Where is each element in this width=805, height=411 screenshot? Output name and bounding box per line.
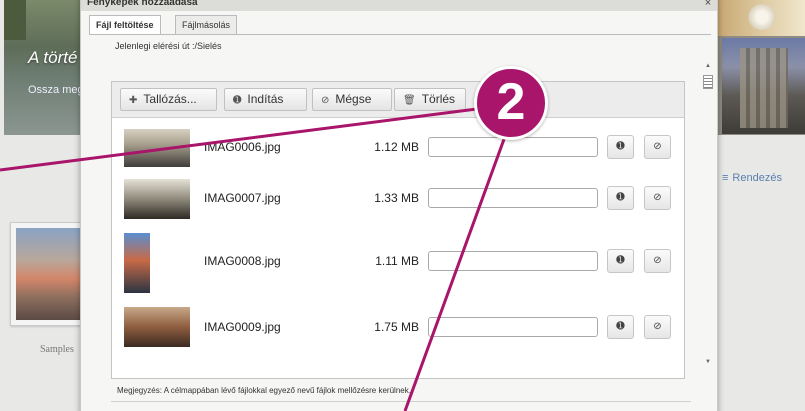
current-path: Jelenlegi elérési út :/Sielés bbox=[115, 41, 222, 51]
row-start-button[interactable]: ➊ bbox=[607, 249, 634, 273]
flower-image bbox=[748, 4, 776, 30]
scroll-thumb[interactable] bbox=[703, 75, 713, 89]
dialog-scrollbar[interactable]: ▲ ▼ bbox=[701, 55, 715, 375]
tab-file-copy[interactable]: Fájlmásolás bbox=[175, 15, 238, 34]
cancel-label: Mégse bbox=[335, 92, 372, 106]
file-thumbnail bbox=[124, 129, 190, 167]
note-text: Megjegyzés: A célmappában lévő fájlokkal… bbox=[117, 386, 411, 395]
plus-icon: ✚ bbox=[129, 95, 138, 106]
file-size: 1.75 MB bbox=[374, 320, 419, 334]
row-start-button[interactable]: ➊ bbox=[607, 315, 634, 339]
row-cancel-button[interactable]: ⊘ bbox=[644, 186, 671, 210]
progress-bar bbox=[428, 137, 598, 157]
file-row: IMAG0008.jpg 1.11 MB ➊ ⊘ bbox=[112, 231, 684, 301]
album-label: Samples bbox=[40, 344, 74, 355]
browse-label: Tallózás... bbox=[143, 92, 197, 106]
upload-panel: ✚ Tallózás... ➊ Indítás ⊘ Mégse 🗑 Törlés IMA… bbox=[111, 81, 685, 379]
scroll-up-icon[interactable]: ▲ bbox=[705, 63, 711, 69]
upload-toolbar: ✚ Tallózás... ➊ Indítás ⊘ Mégse 🗑 Törlés bbox=[112, 82, 684, 118]
banner-title: A törté bbox=[28, 48, 78, 67]
file-thumbnail bbox=[124, 233, 150, 293]
church-image bbox=[722, 38, 805, 134]
browse-button[interactable]: ✚ Tallózás... bbox=[120, 88, 217, 111]
album-thumbnail[interactable] bbox=[10, 222, 88, 326]
file-thumbnail bbox=[124, 179, 190, 219]
row-cancel-button[interactable]: ⊘ bbox=[644, 249, 671, 273]
progress-bar bbox=[428, 188, 598, 208]
tab-file-upload[interactable]: Fájl feltöltése bbox=[89, 15, 161, 35]
file-size: 1.33 MB bbox=[374, 191, 419, 205]
play-circle-icon: ➊ bbox=[616, 255, 625, 266]
sort-label: Rendezés bbox=[732, 172, 782, 184]
file-row: IMAG0009.jpg 1.75 MB ➊ ⊘ bbox=[112, 307, 684, 353]
cancel-icon: ⊘ bbox=[653, 255, 662, 266]
cancel-icon: ⊘ bbox=[653, 141, 662, 152]
delete-button[interactable]: 🗑 Törlés bbox=[394, 88, 466, 111]
tabs-divider bbox=[89, 34, 711, 35]
close-icon[interactable]: × bbox=[701, 0, 715, 9]
progress-bar bbox=[428, 317, 598, 337]
footer-divider bbox=[111, 401, 691, 402]
file-name: IMAG0008.jpg bbox=[204, 254, 281, 268]
row-cancel-button[interactable]: ⊘ bbox=[644, 135, 671, 159]
file-name: IMAG0007.jpg bbox=[204, 191, 281, 205]
play-circle-icon: ➊ bbox=[616, 192, 625, 203]
file-row: IMAG0006.jpg 1.12 MB ➊ ⊘ bbox=[112, 127, 684, 173]
callout-badge: 2 bbox=[474, 66, 548, 140]
sort-link[interactable]: ≡ Rendezés bbox=[722, 172, 782, 184]
file-name: IMAG0009.jpg bbox=[204, 320, 281, 334]
row-cancel-button[interactable]: ⊘ bbox=[644, 315, 671, 339]
file-size: 1.12 MB bbox=[374, 140, 419, 154]
scroll-down-icon[interactable]: ▼ bbox=[705, 359, 711, 365]
cancel-button[interactable]: ⊘ Mégse bbox=[312, 88, 392, 111]
file-size: 1.11 MB bbox=[375, 254, 419, 268]
file-list: IMAG0006.jpg 1.12 MB ➊ ⊘ IMAG0007.jpg 1.… bbox=[112, 119, 684, 379]
start-label: Indítás bbox=[247, 92, 284, 106]
row-start-button[interactable]: ➊ bbox=[607, 135, 634, 159]
trash-icon: 🗑 bbox=[403, 95, 416, 106]
banner-subtitle: Ossza meg bbox=[28, 84, 84, 96]
row-start-button[interactable]: ➊ bbox=[607, 186, 634, 210]
file-row: IMAG0007.jpg 1.33 MB ➊ ⊘ bbox=[112, 179, 684, 225]
delete-label: Törlés bbox=[421, 92, 456, 106]
cancel-icon: ⊘ bbox=[321, 95, 330, 106]
play-circle-icon: ➊ bbox=[616, 321, 625, 332]
dialog-title: Fényképek hozzáadása bbox=[87, 0, 198, 8]
album-image bbox=[16, 228, 82, 320]
file-name: IMAG0006.jpg bbox=[204, 140, 281, 154]
play-circle-icon: ➊ bbox=[233, 95, 242, 106]
start-button[interactable]: ➊ Indítás bbox=[224, 88, 307, 111]
file-thumbnail bbox=[124, 307, 190, 347]
add-photos-dialog: Fényképek hozzáadása × Fájl feltöltése F… bbox=[80, 0, 718, 411]
progress-bar bbox=[428, 251, 598, 271]
cancel-icon: ⊘ bbox=[653, 321, 662, 332]
list-icon: ≡ bbox=[722, 172, 729, 184]
play-circle-icon: ➊ bbox=[616, 141, 625, 152]
dialog-titlebar: Fényképek hozzáadása × bbox=[81, 0, 717, 11]
cancel-icon: ⊘ bbox=[653, 192, 662, 203]
